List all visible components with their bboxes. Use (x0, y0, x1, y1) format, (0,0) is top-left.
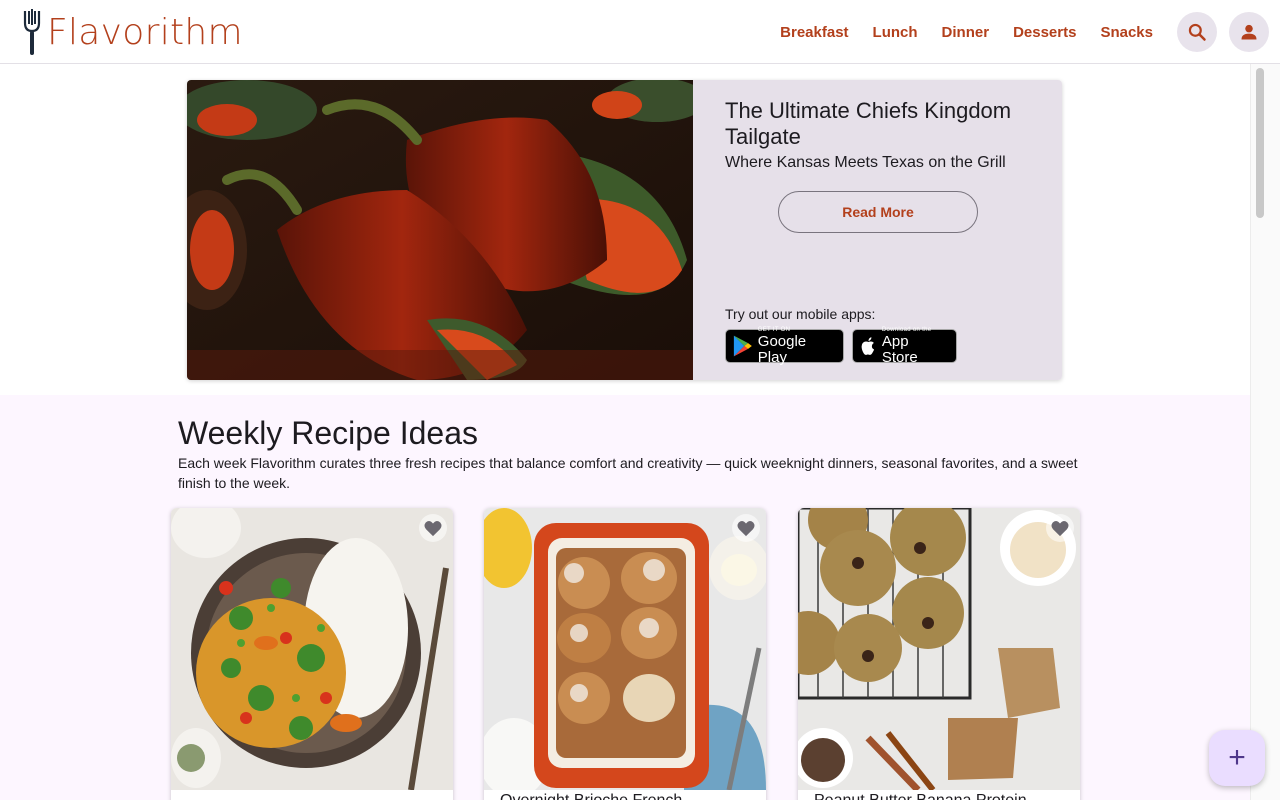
featured-article-card: The Ultimate Chiefs Kingdom Tailgate Whe… (187, 80, 1062, 380)
recipe-title: Overnight Brioche French (500, 792, 682, 800)
section-description: Each week Flavorithm curates three fresh… (178, 455, 1078, 491)
heart-icon (737, 521, 755, 537)
search-button[interactable] (1177, 12, 1217, 52)
google-play-icon (733, 335, 752, 357)
featured-article-title: The Ultimate Chiefs Kingdom Tailgate (725, 98, 1012, 149)
nav-breakfast[interactable]: Breakfast (780, 24, 848, 41)
google-play-badge[interactable]: GET IT ON Google Play (725, 327, 844, 366)
search-icon (1188, 23, 1206, 41)
nav-dinner[interactable]: Dinner (942, 24, 990, 41)
favorite-button[interactable] (732, 514, 760, 542)
nav-lunch[interactable]: Lunch (873, 24, 918, 41)
page-scrollbar[interactable] (1250, 64, 1280, 800)
app-store-badge[interactable]: Download on the App Store (852, 327, 957, 366)
weekly-recipes-section: Weekly Recipe Ideas Each week Flavorithm… (0, 395, 1250, 800)
recipe-image (798, 508, 1080, 790)
top-app-bar: Flavorithm Breakfast Lunch Dinner Desser… (0, 0, 1280, 64)
heart-icon (1051, 521, 1069, 537)
favorite-button[interactable] (419, 514, 447, 542)
featured-article-subtitle: Where Kansas Meets Texas on the Grill (725, 154, 1006, 171)
section-title: Weekly Recipe Ideas (178, 415, 478, 451)
account-button[interactable] (1229, 12, 1269, 52)
heart-icon (424, 521, 442, 537)
recipe-card[interactable]: Peanut Butter Banana Protein (798, 508, 1080, 800)
apple-icon (861, 337, 875, 355)
main-nav: Breakfast Lunch Dinner Desserts Snacks (780, 0, 1280, 64)
nav-desserts[interactable]: Desserts (1013, 24, 1076, 41)
brand-logo[interactable]: Flavorithm (21, 8, 243, 56)
recipe-card[interactable] (171, 508, 453, 800)
app-store-big-text: App Store (881, 332, 918, 366)
recipe-card[interactable]: Overnight Brioche French (484, 508, 766, 800)
add-fab-button[interactable]: + (1209, 730, 1265, 786)
nav-snacks[interactable]: Snacks (1100, 24, 1153, 41)
read-more-button[interactable]: Read More (778, 191, 978, 233)
favorite-button[interactable] (1046, 514, 1074, 542)
featured-article-panel: The Ultimate Chiefs Kingdom Tailgate Whe… (693, 80, 1062, 380)
mobile-apps-label: Try out our mobile apps: (725, 306, 876, 322)
scrollbar-thumb[interactable] (1256, 68, 1264, 218)
recipe-title: Peanut Butter Banana Protein (814, 792, 1027, 800)
brand-name: Flavorithm (47, 11, 243, 53)
featured-article-image (187, 80, 693, 380)
fork-logo-icon (23, 9, 41, 55)
recipe-image (484, 508, 766, 790)
recipe-image (171, 508, 453, 790)
google-play-big-text: Google Play (757, 332, 807, 366)
account-icon (1241, 24, 1257, 40)
